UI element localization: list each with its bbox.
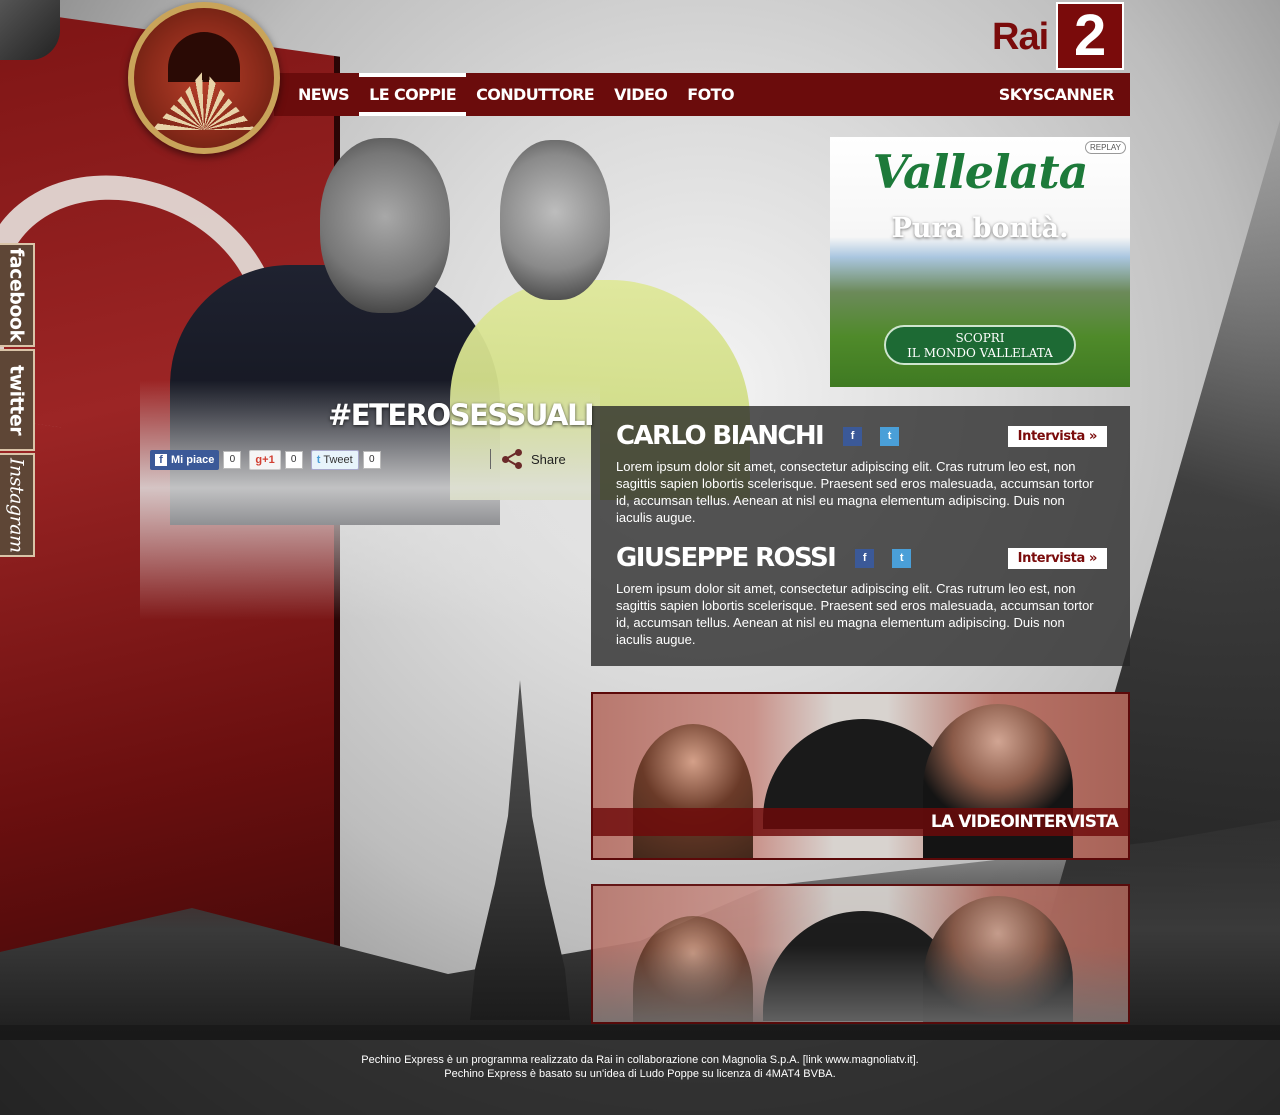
facebook-like-button[interactable]: f Mi piace [150, 450, 220, 470]
tweet-label: Tweet [323, 454, 353, 466]
member-name: GIUSEPPE ROSSI [616, 543, 837, 573]
tweet-count: 0 [362, 451, 381, 469]
member-twitter-icon[interactable]: t [880, 426, 900, 446]
side-tab-facebook-label: facebook [5, 248, 28, 342]
nav-video[interactable]: VIDEO [604, 73, 677, 116]
side-tab-instagram-label: Instagram [5, 457, 28, 553]
side-social-tabs: facebook twitter Instagram [0, 243, 35, 559]
tweet-button[interactable]: t Tweet [310, 450, 359, 470]
member-header: GIUSEPPE ROSSI f t Intervista » [616, 542, 1107, 574]
member-twitter-icon[interactable]: t [892, 548, 912, 568]
member-header: CARLO BIANCHI f t Intervista » [616, 420, 1107, 452]
show-logo[interactable] [128, 2, 280, 154]
facebook-like-label: Mi piace [171, 454, 215, 466]
member-facebook-icon[interactable]: f [843, 426, 863, 446]
share-icon [501, 448, 523, 470]
member-card: GIUSEPPE ROSSI f t Intervista » Lorem ip… [616, 542, 1107, 648]
member-card: CARLO BIANCHI f t Intervista » Lorem ips… [616, 420, 1107, 526]
intervista-button[interactable]: Intervista » [1007, 425, 1107, 447]
side-tab-instagram[interactable]: Instagram [0, 453, 35, 557]
nav-skyscanner[interactable]: SKYSCANNER [989, 73, 1124, 116]
main-nav: NEWS LE COPPIE CONDUTTORE VIDEO FOTO SKY… [274, 73, 1130, 116]
ad-cta-button[interactable]: SCOPRI IL MONDO VALLELATA [884, 325, 1076, 365]
flag-pole [0, 0, 60, 60]
share-divider [490, 449, 491, 469]
video-label: LA VIDEOINTERVISTA [593, 808, 1128, 836]
twitter-bird-icon: t [316, 454, 321, 466]
video-person-2 [923, 704, 1073, 858]
side-tab-twitter[interactable]: twitter [0, 349, 35, 451]
intervista-button[interactable]: Intervista » [1007, 547, 1107, 569]
facebook-like-count: 0 [223, 451, 242, 469]
nav-conduttore[interactable]: CONDUTTORE [466, 73, 604, 116]
ad-cta-line2: IL MONDO VALLELATA [907, 346, 1053, 360]
share-button[interactable]: Share [490, 448, 566, 470]
member-facebook-icon[interactable]: f [855, 548, 875, 568]
gplus-button[interactable]: g +1 [249, 450, 281, 470]
ad-cta-line1: SCOPRI [955, 331, 1005, 345]
gplus-count: 0 [284, 451, 303, 469]
couple-members-panel: CARLO BIANCHI f t Intervista » Lorem ips… [591, 406, 1130, 666]
side-tab-twitter-label: twitter [5, 364, 28, 436]
member-bio: Lorem ipsum dolor sit amet, consectetur … [616, 459, 1094, 525]
rai-logo-number: 2 [1056, 2, 1125, 70]
video-person-1 [633, 724, 753, 858]
ad-brand: Vallelata [872, 145, 1089, 199]
video-thumbnail-tile[interactable] [591, 884, 1130, 1024]
rai2-logo[interactable]: Rai 2 [992, 2, 1125, 70]
share-label: Share [531, 451, 566, 467]
couple-photo-person-2-head [500, 140, 610, 300]
side-tab-facebook[interactable]: facebook [0, 243, 35, 347]
ad-tagline: Pura bontà. [891, 213, 1069, 244]
video-fade-overlay [593, 946, 1128, 1022]
footer-line-2: Pechino Express è basato su un'idea di L… [444, 1068, 836, 1080]
nav-le-coppie[interactable]: LE COPPIE [359, 73, 467, 116]
nav-foto[interactable]: FOTO [677, 73, 744, 116]
member-bio: Lorem ipsum dolor sit amet, consectetur … [616, 581, 1094, 647]
gplus-icon: g [255, 454, 263, 466]
footer-line-1: Pechino Express è un programma realizzat… [361, 1054, 919, 1066]
couple-photo-person-1-head [320, 138, 450, 313]
pagoda-spire-image [470, 680, 570, 1020]
gplus-label: +1 [262, 454, 275, 466]
footer: Pechino Express è un programma realizzat… [0, 1025, 1280, 1115]
video-interview-tile[interactable]: LA VIDEOINTERVISTA [591, 692, 1130, 860]
social-share-row: f Mi piace 0 g +1 0 t Tweet 0 [150, 450, 381, 470]
member-name: CARLO BIANCHI [616, 421, 825, 451]
couple-title: #ETEROSESSUALI [328, 398, 595, 432]
facebook-icon: f [155, 454, 167, 466]
nav-news[interactable]: NEWS [288, 73, 359, 116]
rai-logo-text: Rai [992, 16, 1049, 58]
vallelata-ad-banner[interactable]: REPLAY Vallelata Pura bontà. SCOPRI IL M… [830, 137, 1130, 387]
